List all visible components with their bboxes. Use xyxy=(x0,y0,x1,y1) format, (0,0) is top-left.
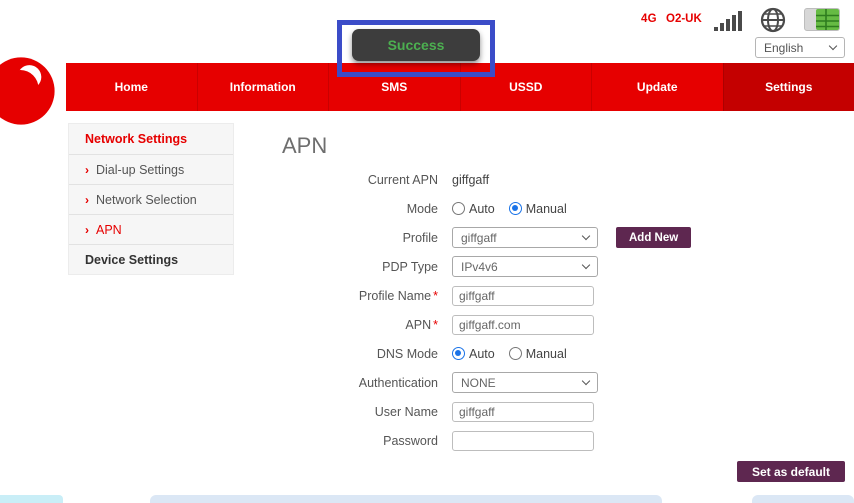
form-row-password: Password xyxy=(288,430,718,451)
form-row-current-apn: Current APN giffgaff xyxy=(288,169,718,190)
arrow-right-icon: › xyxy=(85,155,89,185)
pdp-type-select-value: IPv4v6 xyxy=(461,260,498,274)
dns-auto-radio[interactable]: Auto xyxy=(452,347,495,361)
apn-field[interactable] xyxy=(452,315,594,335)
operator-name: O2-UK xyxy=(666,13,702,25)
radio-unchecked-icon xyxy=(452,202,465,215)
sim-card-icon xyxy=(804,8,840,36)
background-window-edge xyxy=(752,495,854,503)
required-marker: * xyxy=(433,289,438,303)
apn-label: APN* xyxy=(288,318,452,332)
network-type-badge: 4G xyxy=(641,13,657,25)
radio-checked-icon xyxy=(509,202,522,215)
authentication-label: Authentication xyxy=(288,376,452,390)
pdp-type-select[interactable]: IPv4v6 xyxy=(452,256,598,277)
settings-sidebar: Network Settings › Dial-up Settings › Ne… xyxy=(68,123,234,275)
user-name-label: User Name xyxy=(288,405,452,419)
mode-label: Mode xyxy=(288,202,452,216)
profile-select[interactable]: giffgaff xyxy=(452,227,598,248)
signal-strength-icon xyxy=(714,9,748,31)
sidebar-item-dialup-settings[interactable]: › Dial-up Settings xyxy=(69,154,233,184)
authentication-select-value: NONE xyxy=(461,376,496,390)
chevron-down-icon xyxy=(829,42,837,50)
vodafone-logo-icon xyxy=(0,56,56,126)
form-row-user-name: User Name xyxy=(288,401,718,422)
nav-tab-information[interactable]: Information xyxy=(197,63,329,111)
background-window-edge xyxy=(0,495,63,503)
form-row-profile-name: Profile Name* xyxy=(288,285,718,306)
profile-name-field[interactable] xyxy=(452,286,594,306)
success-toast: Success xyxy=(352,29,480,61)
form-row-dns-mode: DNS Mode Auto Manual xyxy=(288,343,718,364)
radio-checked-icon xyxy=(452,347,465,360)
router-admin-page: 4G O2-UK English Success xyxy=(0,0,854,503)
add-new-button[interactable]: Add New xyxy=(616,227,691,248)
user-name-field[interactable] xyxy=(452,402,594,422)
chevron-down-icon xyxy=(582,377,590,385)
arrow-right-icon: › xyxy=(85,185,89,215)
language-select[interactable]: English xyxy=(755,37,845,58)
mode-auto-radio[interactable]: Auto xyxy=(452,202,495,216)
form-row-mode: Mode Auto Manual xyxy=(288,198,718,219)
set-as-default-button[interactable]: Set as default xyxy=(737,461,845,482)
radio-unchecked-icon xyxy=(509,347,522,360)
dns-manual-radio[interactable]: Manual xyxy=(509,347,567,361)
apn-form: Current APN giffgaff Mode Auto Manual Pr… xyxy=(288,169,718,459)
chevron-down-icon xyxy=(582,261,590,269)
current-apn-label: Current APN xyxy=(288,173,452,187)
background-window-edge xyxy=(150,495,662,503)
nav-tab-home[interactable]: Home xyxy=(66,63,197,111)
form-row-authentication: Authentication NONE xyxy=(288,372,718,393)
chevron-down-icon xyxy=(582,232,590,240)
pdp-type-label: PDP Type xyxy=(288,260,452,274)
profile-name-label: Profile Name* xyxy=(288,289,452,303)
mode-manual-radio[interactable]: Manual xyxy=(509,202,567,216)
authentication-select[interactable]: NONE xyxy=(452,372,598,393)
sidebar-section-network-settings[interactable]: Network Settings xyxy=(69,124,233,154)
page-title: APN xyxy=(282,133,327,159)
arrow-right-icon: › xyxy=(85,215,89,245)
language-select-value: English xyxy=(764,41,803,55)
nav-tab-update[interactable]: Update xyxy=(591,63,723,111)
password-field[interactable] xyxy=(452,431,594,451)
sidebar-section-device-settings[interactable]: Device Settings xyxy=(69,244,233,274)
required-marker: * xyxy=(433,318,438,332)
form-row-profile: Profile giffgaff Add New xyxy=(288,227,718,248)
profile-select-value: giffgaff xyxy=(461,231,497,245)
sidebar-item-apn[interactable]: › APN xyxy=(69,214,233,244)
form-row-pdp-type: PDP Type IPv4v6 xyxy=(288,256,718,277)
dns-mode-label: DNS Mode xyxy=(288,347,452,361)
form-row-apn: APN* xyxy=(288,314,718,335)
sidebar-item-network-selection[interactable]: › Network Selection xyxy=(69,184,233,214)
globe-icon xyxy=(760,7,786,38)
nav-tab-settings[interactable]: Settings xyxy=(723,63,854,111)
current-apn-value: giffgaff xyxy=(452,173,489,187)
success-toast-message: Success xyxy=(388,37,445,53)
profile-label: Profile xyxy=(288,231,452,245)
password-label: Password xyxy=(288,434,452,448)
